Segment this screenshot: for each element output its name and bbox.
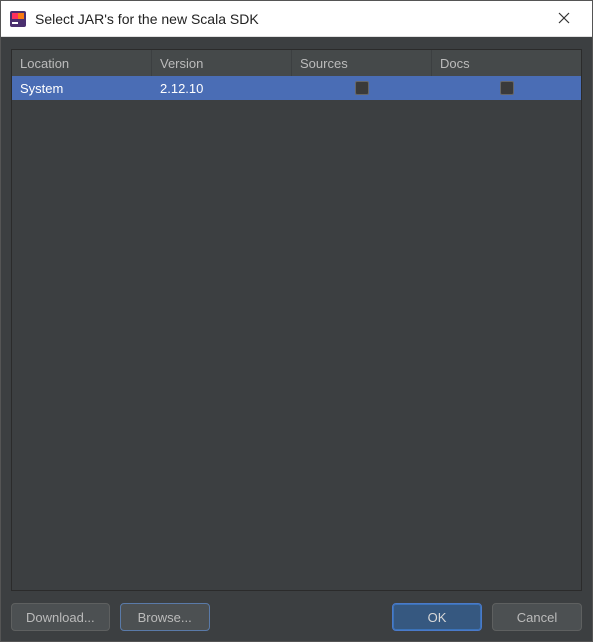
intellij-icon bbox=[9, 10, 27, 28]
sdk-table: Location Version Sources Docs System 2.1… bbox=[11, 49, 582, 591]
close-button[interactable] bbox=[544, 4, 584, 34]
header-sources[interactable]: Sources bbox=[292, 50, 432, 76]
table-header: Location Version Sources Docs bbox=[12, 50, 581, 76]
cell-version: 2.12.10 bbox=[152, 76, 292, 100]
table-body: System 2.12.10 bbox=[12, 76, 581, 590]
table-row[interactable]: System 2.12.10 bbox=[12, 76, 581, 100]
cell-docs bbox=[432, 76, 581, 100]
dialog-window: Select JAR's for the new Scala SDK Locat… bbox=[0, 0, 593, 642]
docs-checkbox[interactable] bbox=[500, 81, 514, 95]
cell-location: System bbox=[12, 76, 152, 100]
cancel-button[interactable]: Cancel bbox=[492, 603, 582, 631]
cell-sources bbox=[292, 76, 432, 100]
button-bar: Download... Browse... OK Cancel bbox=[11, 603, 582, 631]
download-button[interactable]: Download... bbox=[11, 603, 110, 631]
close-icon bbox=[558, 11, 570, 27]
header-version[interactable]: Version bbox=[152, 50, 292, 76]
header-location[interactable]: Location bbox=[12, 50, 152, 76]
dialog-title: Select JAR's for the new Scala SDK bbox=[35, 11, 544, 27]
browse-button[interactable]: Browse... bbox=[120, 603, 210, 631]
sources-checkbox[interactable] bbox=[355, 81, 369, 95]
ok-button[interactable]: OK bbox=[392, 603, 482, 631]
dialog-content: Location Version Sources Docs System 2.1… bbox=[1, 37, 592, 641]
header-docs[interactable]: Docs bbox=[432, 50, 581, 76]
titlebar[interactable]: Select JAR's for the new Scala SDK bbox=[1, 1, 592, 37]
